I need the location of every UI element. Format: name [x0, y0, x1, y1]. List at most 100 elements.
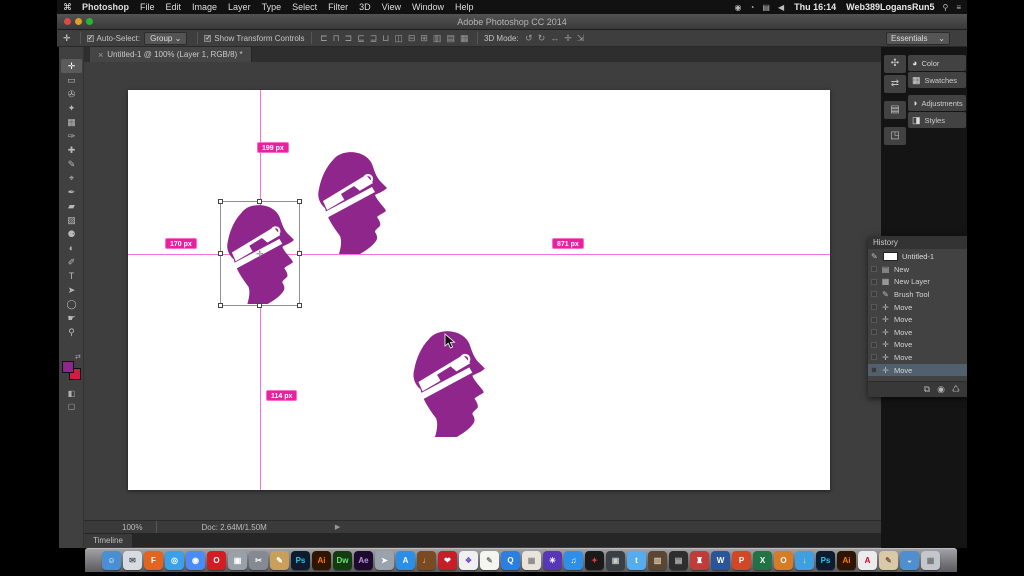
- history-brush-source-icon[interactable]: ✎: [871, 252, 879, 261]
- zoom-level-field[interactable]: 100%: [122, 523, 142, 532]
- dock-textedit-icon[interactable]: ✎: [480, 551, 499, 570]
- history-source-checkbox[interactable]: [871, 354, 877, 360]
- eraser-tool[interactable]: ▰: [61, 199, 82, 213]
- history-step-move[interactable]: ✛Move: [868, 351, 967, 364]
- dock-downloads-folder-icon[interactable]: ◒: [900, 551, 919, 570]
- history-source-checkbox[interactable]: [871, 304, 877, 310]
- dock-game-icon[interactable]: ♜: [690, 551, 709, 570]
- menubar-item[interactable]: Select: [292, 2, 317, 12]
- foreground-color-chip[interactable]: [62, 361, 74, 373]
- tool-presets-panel-icon[interactable]: ⇄: [884, 75, 906, 93]
- dock-books-icon[interactable]: ▤: [669, 551, 688, 570]
- history-source-checkbox[interactable]: [871, 291, 877, 297]
- 3d-mode-icon[interactable]: ↺: [525, 33, 533, 44]
- display-menubar-icon[interactable]: ◔: [750, 3, 755, 12]
- menubar-item[interactable]: Type: [262, 2, 282, 12]
- history-step-new-layer[interactable]: ▦New Layer: [868, 276, 967, 289]
- record-menubar-icon[interactable]: ◉: [735, 3, 742, 12]
- align-icon[interactable]: ⊒: [370, 33, 378, 44]
- history-step-move[interactable]: ✛Move: [868, 313, 967, 326]
- dock-sketch-icon[interactable]: ✎: [270, 551, 289, 570]
- notification-center-icon[interactable]: ≡: [956, 3, 961, 12]
- close-tab-icon[interactable]: ×: [98, 50, 103, 60]
- dock-acrobat-icon[interactable]: A: [858, 551, 877, 570]
- dock-picasa-icon[interactable]: ❖: [459, 551, 478, 570]
- align-icon[interactable]: ◫: [394, 33, 403, 44]
- history-source-checkbox[interactable]: [871, 266, 877, 272]
- dock-mail-icon[interactable]: ✉: [123, 551, 142, 570]
- path-selection-tool[interactable]: ➤: [61, 283, 82, 297]
- dock-launcher-icon[interactable]: ➤: [375, 551, 394, 570]
- transform-handle[interactable]: [257, 303, 262, 308]
- align-icon[interactable]: ▤: [446, 33, 455, 44]
- dock-powerpoint-icon[interactable]: P: [732, 551, 751, 570]
- quick-mask-icon[interactable]: ◧: [59, 387, 84, 400]
- dock-after-effects-icon[interactable]: Ae: [354, 551, 373, 570]
- dock-illustrator-icon[interactable]: Ai: [312, 551, 331, 570]
- clone-stamp-tool[interactable]: ⌖: [61, 171, 82, 185]
- brush-tool[interactable]: ✎: [61, 157, 82, 171]
- dock-illustrator-2-icon[interactable]: Ai: [837, 551, 856, 570]
- layer-figure-2[interactable]: [313, 150, 391, 254]
- dock-photos-icon[interactable]: ▣: [228, 551, 247, 570]
- zoom-tool[interactable]: ⚲: [61, 325, 82, 339]
- show-transform-checkbox[interactable]: ✓: [204, 35, 211, 42]
- dock-photo-viewer-icon[interactable]: ▣: [606, 551, 625, 570]
- align-icon[interactable]: ⊑: [357, 33, 365, 44]
- transform-handle[interactable]: [257, 199, 262, 204]
- screen-mode-icon[interactable]: ▢: [59, 400, 84, 413]
- volume-menubar-icon[interactable]: ◀: [778, 3, 784, 12]
- new-doc-from-state-icon[interactable]: ⧉: [924, 384, 930, 395]
- dock-quicktime-icon[interactable]: Q: [501, 551, 520, 570]
- align-icon[interactable]: ▦: [460, 33, 469, 44]
- transform-selection-box[interactable]: ✛: [220, 201, 300, 306]
- menubar-item[interactable]: Help: [455, 2, 474, 12]
- auto-select-checkbox[interactable]: ✓: [87, 35, 94, 42]
- swatches-panel-button[interactable]: ▦Swatches: [908, 72, 966, 88]
- dock-utilities-icon[interactable]: ✂: [249, 551, 268, 570]
- transform-handle[interactable]: [218, 199, 223, 204]
- history-source-checkbox[interactable]: [871, 279, 877, 285]
- 3d-mode-icon[interactable]: ✛: [564, 33, 572, 44]
- dock-photoshop-2-icon[interactable]: Ps: [816, 551, 835, 570]
- move-tool[interactable]: ✛: [61, 59, 82, 73]
- quick-selection-tool[interactable]: ✦: [61, 101, 82, 115]
- history-snapshot-row[interactable]: ✎ Untitled-1: [868, 249, 967, 263]
- align-icon[interactable]: ⊓: [333, 33, 340, 44]
- healing-brush-tool[interactable]: ✚: [61, 143, 82, 157]
- 3d-panel-icon[interactable]: ◳: [884, 127, 906, 145]
- dock-outlook-icon[interactable]: O: [774, 551, 793, 570]
- dock-chrome-icon[interactable]: ◉: [186, 551, 205, 570]
- dock-itunes-icon[interactable]: ♫: [564, 551, 583, 570]
- type-tool[interactable]: T: [61, 269, 82, 283]
- dock-grid-app-icon[interactable]: ▦: [522, 551, 541, 570]
- dock-finder-icon[interactable]: ☺: [102, 551, 121, 570]
- new-snapshot-icon[interactable]: ◉: [937, 384, 945, 395]
- brush-presets-panel-icon[interactable]: ✣: [884, 55, 906, 73]
- dock-trash-icon[interactable]: ▦: [921, 551, 940, 570]
- dock-media-app-icon[interactable]: ▥: [648, 551, 667, 570]
- history-step-move[interactable]: ✛Move: [868, 364, 967, 377]
- lasso-tool[interactable]: ✇: [61, 87, 82, 101]
- auto-select-dropdown[interactable]: Group ⌄: [144, 32, 187, 45]
- eyedropper-tool[interactable]: ✑: [61, 129, 82, 143]
- dock-twitter-icon[interactable]: t: [627, 551, 646, 570]
- dodge-tool[interactable]: ◐: [61, 241, 82, 255]
- menubar-item[interactable]: View: [382, 2, 401, 12]
- dock-purple-app-icon[interactable]: ✳: [543, 551, 562, 570]
- dock-opera-icon[interactable]: O: [207, 551, 226, 570]
- workspace-dropdown[interactable]: Essentials⌄: [886, 32, 950, 45]
- menubar-item[interactable]: Edit: [166, 2, 182, 12]
- dock-downloader-icon[interactable]: ↓: [795, 551, 814, 570]
- history-source-checkbox[interactable]: [871, 367, 877, 373]
- 3d-mode-icon[interactable]: ⇲: [577, 33, 585, 44]
- pen-tool[interactable]: ✐: [61, 255, 82, 269]
- libraries-panel-icon[interactable]: ▤: [884, 101, 906, 119]
- align-icon[interactable]: ⊞: [420, 33, 428, 44]
- dock-word-icon[interactable]: W: [711, 551, 730, 570]
- styles-panel-button[interactable]: ◨Styles: [908, 112, 966, 128]
- 3d-mode-icon[interactable]: ↻: [538, 33, 546, 44]
- transform-handle[interactable]: [297, 303, 302, 308]
- status-options-arrow[interactable]: ▶: [335, 523, 340, 531]
- history-step-brush-tool[interactable]: ✎Brush Tool: [868, 288, 967, 301]
